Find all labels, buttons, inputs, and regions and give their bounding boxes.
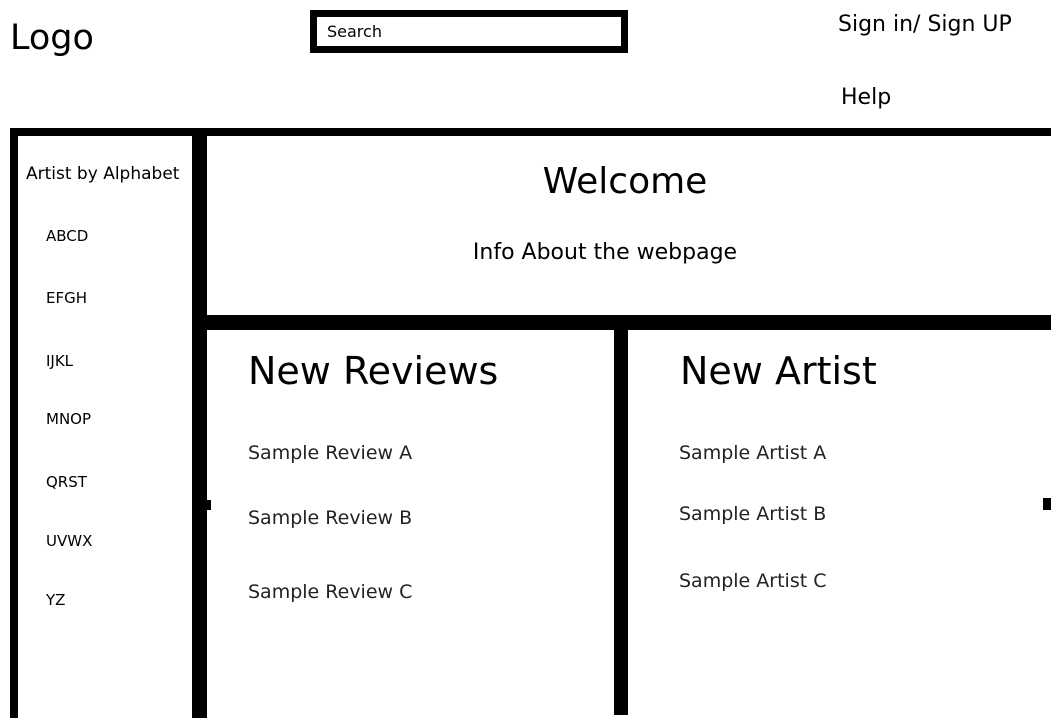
sidebar-title: Artist by Alphabet (26, 164, 180, 184)
search-box (310, 10, 628, 53)
review-item-c[interactable]: Sample Review C (248, 580, 412, 604)
columns-divider (614, 315, 628, 715)
sidebar-item-efgh[interactable]: EFGH (46, 288, 87, 308)
scroll-marker-left (207, 500, 211, 510)
main-frame (10, 128, 1051, 718)
help-link[interactable]: Help (841, 83, 891, 113)
artist-item-a[interactable]: Sample Artist A (679, 441, 826, 465)
new-reviews-heading: New Reviews (248, 349, 499, 393)
sidebar-item-yz[interactable]: YZ (46, 590, 65, 610)
search-input[interactable] (315, 15, 623, 48)
new-artist-heading: New Artist (680, 349, 877, 393)
sidebar-item-abcd[interactable]: ABCD (46, 226, 88, 246)
sidebar-divider (192, 128, 207, 718)
sidebar-item-ijkl[interactable]: IJKL (46, 351, 73, 371)
welcome-info: Info About the webpage (472, 240, 738, 265)
logo[interactable]: Logo (10, 14, 94, 62)
welcome-title: Welcome (542, 161, 708, 202)
sidebar-item-uvwx[interactable]: UVWX (46, 531, 92, 551)
signin-signup-link[interactable]: Sign in/ Sign UP (838, 10, 1012, 40)
review-item-a[interactable]: Sample Review A (248, 441, 412, 465)
scroll-marker-right (1043, 498, 1051, 510)
review-item-b[interactable]: Sample Review B (248, 506, 412, 530)
sidebar-item-qrst[interactable]: QRST (46, 472, 87, 492)
sidebar-item-mnop[interactable]: MNOP (46, 409, 91, 429)
artist-item-c[interactable]: Sample Artist C (679, 569, 826, 593)
artist-item-b[interactable]: Sample Artist B (679, 502, 826, 526)
